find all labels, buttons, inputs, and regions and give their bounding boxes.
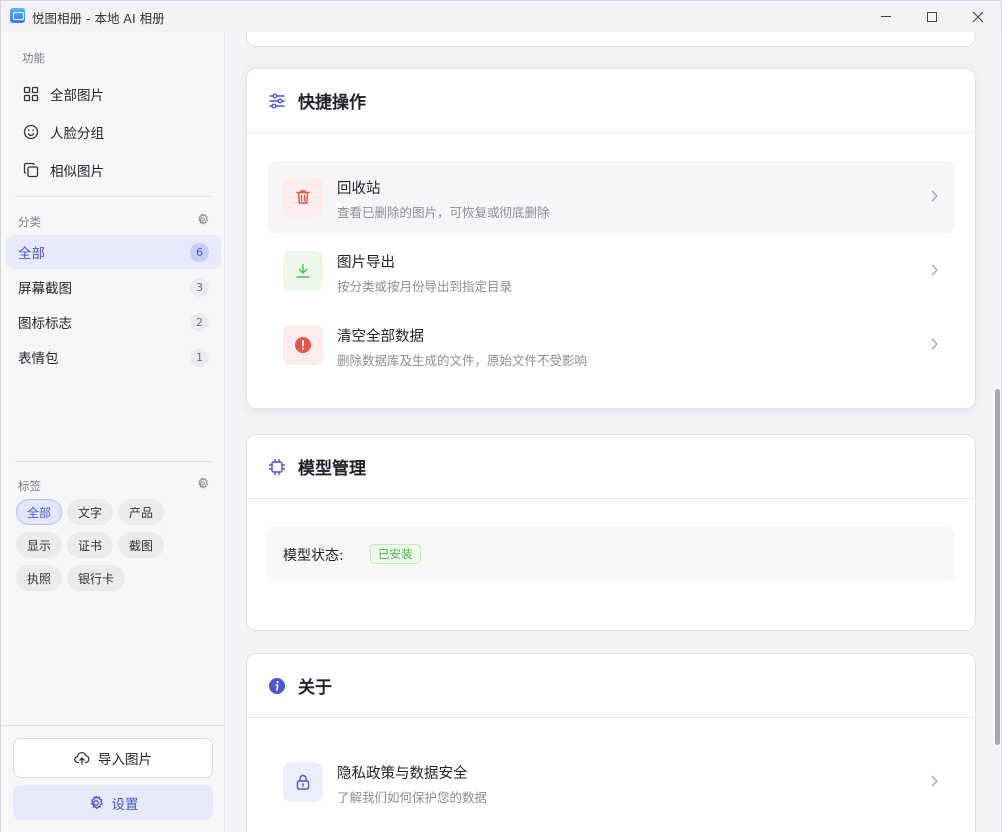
tags-settings-gear-icon[interactable] [196,477,209,490]
category-count-badge: 1 [190,348,209,367]
tags-section-label: 标签 [18,479,41,493]
download-icon [296,263,310,278]
category-count-badge: 3 [190,278,209,297]
category-item-icons-logos[interactable]: 图标标志 2 [6,305,221,339]
sidebar-divider [15,461,212,462]
model-status-box: 模型状态: 已安装 [267,527,955,581]
window-title: 悦图相册 - 本地 AI 相册 [32,11,165,26]
image-export-title: 图片导出 [337,255,395,271]
chevron-right-icon [931,775,938,787]
category-label: 全部 [18,246,45,262]
alert-icon [295,337,311,353]
quick-actions-title: 快捷操作 [298,93,366,113]
tag-chip-bank-card[interactable]: 银行卡 [67,565,125,591]
quick-actions-card: 快捷操作 回收站 查看已删除的图片，可恢复或彻底删除 图片导出 按分类或按月份导… [246,68,976,409]
trash-icon-tile [283,177,323,217]
clear-all-data-title: 清空全部数据 [337,329,424,345]
clear-all-data-subtitle: 删除数据库及生成的文件，原始文件不受影响 [337,353,588,368]
category-label: 表情包 [18,351,59,367]
model-management-card: 模型管理 模型状态: 已安装 [246,434,976,631]
alert-icon-tile [283,325,323,365]
model-management-header: 模型管理 [247,435,975,499]
lock-icon [296,774,310,790]
tag-chip-display[interactable]: 显示 [16,532,62,558]
category-count-badge: 6 [190,243,209,262]
image-export-subtitle: 按分类或按月份导出到指定目录 [337,279,513,294]
about-title: 关于 [298,678,332,698]
sliders-icon [269,93,285,108]
scrollbar-thumb[interactable] [995,389,1000,745]
import-images-button[interactable]: 导入图片 [13,738,213,778]
nav-item-label: 人脸分组 [50,126,104,142]
nav-item-similar-images[interactable]: 相似图片 [13,153,213,187]
recycle-bin-row[interactable]: 回收站 查看已删除的图片，可恢复或彻底删除 [267,161,955,233]
maximize-icon [927,11,937,22]
categories-settings-gear-icon[interactable] [196,213,209,226]
tag-chip-text[interactable]: 文字 [67,499,113,525]
copy-icon [23,162,39,178]
nav-item-label: 相似图片 [50,164,104,180]
smile-icon [23,124,39,140]
category-label: 图标标志 [18,316,72,332]
maximize-button[interactable] [909,1,955,32]
import-images-label: 导入图片 [98,752,152,768]
about-header: 关于 [247,654,975,718]
privacy-policy-row[interactable]: 隐私政策与数据安全 了解我们如何保护您的数据 [267,746,955,818]
nav-item-face-groups[interactable]: 人脸分组 [13,115,213,149]
tag-chip-certificate[interactable]: 证书 [67,532,113,558]
sidebar-divider [15,196,212,197]
model-status-label: 模型状态: [283,548,344,564]
chevron-right-icon [931,264,938,276]
main-content[interactable]: 快捷操作 回收站 查看已删除的图片，可恢复或彻底删除 图片导出 按分类或按月份导… [226,32,1001,832]
close-button[interactable] [955,1,1001,32]
categories-section-label: 分类 [18,215,41,229]
settings-label: 设置 [111,796,139,813]
category-item-all[interactable]: 全部 6 [6,235,221,269]
lock-icon-tile [283,762,323,802]
tag-chip-license[interactable]: 执照 [16,565,62,591]
trash-icon [296,190,310,204]
upload-cloud-icon [74,752,90,765]
download-icon-tile [283,251,323,291]
previous-card-bottom [246,32,976,47]
nav-item-all-images[interactable]: 全部图片 [13,77,213,111]
privacy-policy-title: 隐私政策与数据安全 [337,766,468,782]
chevron-right-icon [931,338,938,350]
quick-actions-header: 快捷操作 [247,69,975,133]
recycle-bin-title: 回收站 [337,181,381,197]
about-card: 关于 隐私政策与数据安全 了解我们如何保护您的数据 [246,653,976,832]
tag-chip-product[interactable]: 产品 [118,499,164,525]
privacy-policy-subtitle: 了解我们如何保护您的数据 [337,790,488,805]
image-export-row[interactable]: 图片导出 按分类或按月份导出到指定目录 [267,235,955,307]
grid-icon [23,86,39,102]
chevron-right-icon [931,190,938,202]
model-status-badge: 已安装 [370,544,421,564]
app-window: 悦图相册 - 本地 AI 相册 功能 全部图片 人脸分组 相似图片 分类 全部 … [0,0,1002,832]
model-management-title: 模型管理 [298,459,366,479]
category-count-badge: 2 [190,313,209,332]
category-item-memes[interactable]: 表情包 1 [6,340,221,374]
tag-chip-all[interactable]: 全部 [16,499,62,525]
chip-icon [268,458,286,475]
clear-all-data-row[interactable]: 清空全部数据 删除数据库及生成的文件，原始文件不受影响 [267,309,955,381]
minimize-button[interactable] [863,1,909,32]
category-label: 屏幕截图 [18,281,72,297]
sidebar-bottom-divider [1,725,224,726]
settings-button[interactable]: 设置 [13,785,213,820]
gear-icon [90,795,103,809]
close-icon [972,11,984,22]
info-icon [269,677,285,694]
sidebar: 功能 全部图片 人脸分组 相似图片 分类 全部 6 屏幕截图 3 图标标志 2 [1,32,225,832]
app-logo-icon [10,8,25,23]
minimize-icon [881,16,891,17]
category-item-screenshots[interactable]: 屏幕截图 3 [6,270,221,304]
nav-item-label: 全部图片 [50,88,104,104]
functions-section-label: 功能 [22,51,45,65]
recycle-bin-subtitle: 查看已删除的图片，可恢复或彻底删除 [337,205,550,220]
tag-chip-screenshot[interactable]: 截图 [118,532,164,558]
title-bar: 悦图相册 - 本地 AI 相册 [1,1,1001,32]
